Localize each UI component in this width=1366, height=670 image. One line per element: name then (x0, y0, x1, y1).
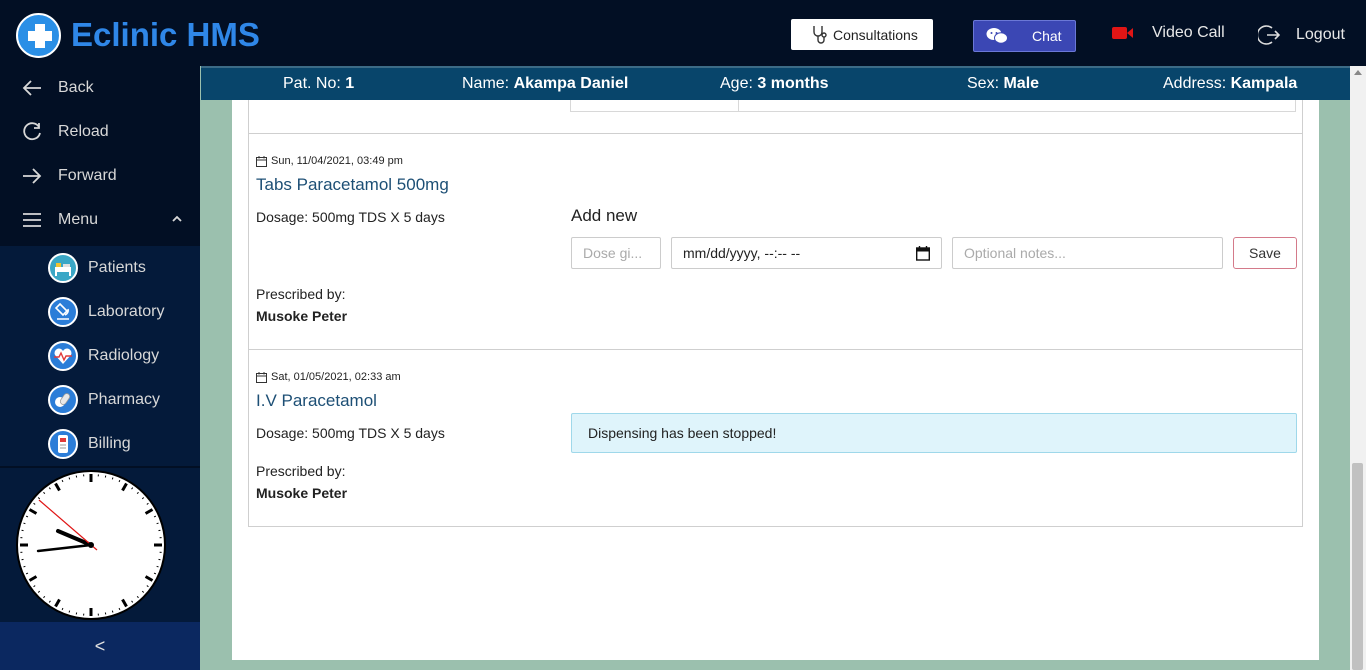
video-call-label: Video Call (1152, 24, 1225, 41)
analog-clock (0, 468, 200, 622)
billing-icon (48, 429, 78, 459)
chat-label: Chat (1032, 28, 1062, 44)
notes-input[interactable]: Optional notes... (952, 237, 1223, 269)
add-new-title: Add new (571, 206, 638, 225)
sidebar-item-label: Back (58, 79, 94, 96)
sidebar-item-forward[interactable]: Forward (0, 154, 200, 198)
sidebar-item-reload[interactable]: Reload (0, 110, 200, 154)
patient-sex: Sex: Male (967, 75, 1040, 92)
sidebar-item-label: Laboratory (88, 303, 165, 320)
sidebar-item-back[interactable]: Back (0, 66, 200, 110)
video-call-button[interactable]: Video Call (1112, 24, 1225, 42)
prescribed-by-label: Prescribed by: (256, 463, 346, 479)
dispensing-stopped-alert: Dispensing has been stopped! (571, 413, 1297, 453)
top-bar: Eclinic HMS Consultations Chat Video Cal… (0, 0, 1366, 66)
reload-icon (20, 122, 44, 142)
sidebar-item-label: Pharmacy (88, 391, 161, 408)
sidebar-item-label: Patients (88, 259, 146, 276)
patient-age: Age: 3 months (720, 75, 829, 92)
clock-tick (156, 565, 159, 568)
logout-icon (1258, 24, 1280, 46)
dose-given-input[interactable]: Dose gi... (571, 237, 661, 269)
arrow-left-icon (20, 79, 44, 97)
dosage-text: Dosage: 500mg TDS X 5 days (256, 425, 445, 441)
prescription-date: Sun, 11/04/2021, 03:49 pm (256, 155, 403, 167)
sidebar-item-label: Billing (88, 435, 131, 452)
patient-number: Pat. No: 1 (283, 75, 355, 92)
sidebar-item-label: Forward (58, 167, 117, 184)
sidebar-item-billing[interactable]: Billing (0, 422, 200, 466)
consultations-label: Consultations (833, 26, 918, 43)
table-divider (738, 100, 739, 111)
calendar-icon (256, 155, 267, 167)
scrollbar[interactable] (1350, 66, 1366, 670)
pharmacy-icon (48, 385, 78, 415)
sidebar-item-menu[interactable]: Menu (0, 198, 200, 242)
datetime-input[interactable]: mm/dd/yyyy, --:-- -- (671, 237, 942, 269)
sidebar-item-patients[interactable]: Patients (0, 246, 200, 290)
sidebar: Back Reload Forward Menu Patients Labora… (0, 66, 200, 670)
clock-tick (111, 610, 114, 613)
chevron-up-icon (172, 215, 182, 223)
patient-address: Address: Kampala (1163, 75, 1298, 92)
drug-name: I.V Paracetamol (256, 391, 377, 410)
scrollbar-thumb[interactable] (1352, 463, 1363, 670)
sidebar-item-label: Menu (58, 211, 99, 228)
sidebar-item-pharmacy[interactable]: Pharmacy (0, 378, 200, 422)
sidebar-item-label: Reload (58, 123, 109, 140)
logout-button[interactable]: Logout (1258, 24, 1345, 46)
hamburger-icon (20, 212, 44, 228)
clock-tick (68, 477, 71, 480)
clock-tick (111, 477, 114, 480)
prescriptions-card: Sun, 11/04/2021, 03:49 pm Tabs Paracetam… (248, 100, 1303, 527)
collapse-sidebar-button[interactable]: < (0, 622, 200, 670)
prescriber-name: Musoke Peter (256, 485, 348, 501)
calendar-picker-icon[interactable] (916, 245, 930, 261)
save-button[interactable]: Save (1233, 237, 1297, 269)
drug-name: Tabs Paracetamol 500mg (256, 175, 449, 194)
stethoscope-icon (811, 25, 827, 45)
datetime-value: mm/dd/yyyy, --:-- -- (683, 245, 801, 261)
previous-dispense-table (570, 100, 1296, 112)
chevron-left-icon: < (94, 635, 106, 656)
clock-tick (23, 565, 26, 568)
prescribed-by-label: Prescribed by: (256, 286, 346, 302)
consultations-button[interactable]: Consultations (791, 19, 933, 50)
arrow-right-icon (20, 167, 44, 185)
logo-icon (16, 13, 61, 58)
radiology-icon (48, 341, 78, 371)
prescription-date: Sat, 01/05/2021, 02:33 am (256, 371, 401, 383)
laboratory-icon (48, 297, 78, 327)
video-camera-icon (1112, 25, 1134, 41)
chat-icon (986, 27, 1008, 45)
clock-tick (68, 610, 71, 613)
calendar-icon (256, 371, 267, 383)
patients-icon (48, 253, 78, 283)
scroll-up-arrow-icon[interactable] (1354, 70, 1362, 75)
clock-tick (156, 522, 159, 525)
main-panel: Sun, 11/04/2021, 03:49 pm Tabs Paracetam… (232, 100, 1319, 660)
patient-info-bar: Pat. No: 1 Name: Akampa Daniel Age: 3 mo… (201, 66, 1350, 100)
clock-tick (23, 522, 26, 525)
divider (249, 133, 1302, 134)
sidebar-item-label: Radiology (88, 347, 160, 364)
divider (249, 349, 1302, 350)
app-title: Eclinic HMS (71, 16, 260, 53)
dosage-text: Dosage: 500mg TDS X 5 days (256, 209, 445, 225)
sidebar-item-laboratory[interactable]: Laboratory (0, 290, 200, 334)
logout-label: Logout (1296, 26, 1345, 43)
sidebar-item-radiology[interactable]: Radiology (0, 334, 200, 378)
chat-button[interactable]: Chat (973, 20, 1076, 52)
prescriber-name: Musoke Peter (256, 308, 348, 324)
patient-name: Name: Akampa Daniel (462, 75, 629, 92)
